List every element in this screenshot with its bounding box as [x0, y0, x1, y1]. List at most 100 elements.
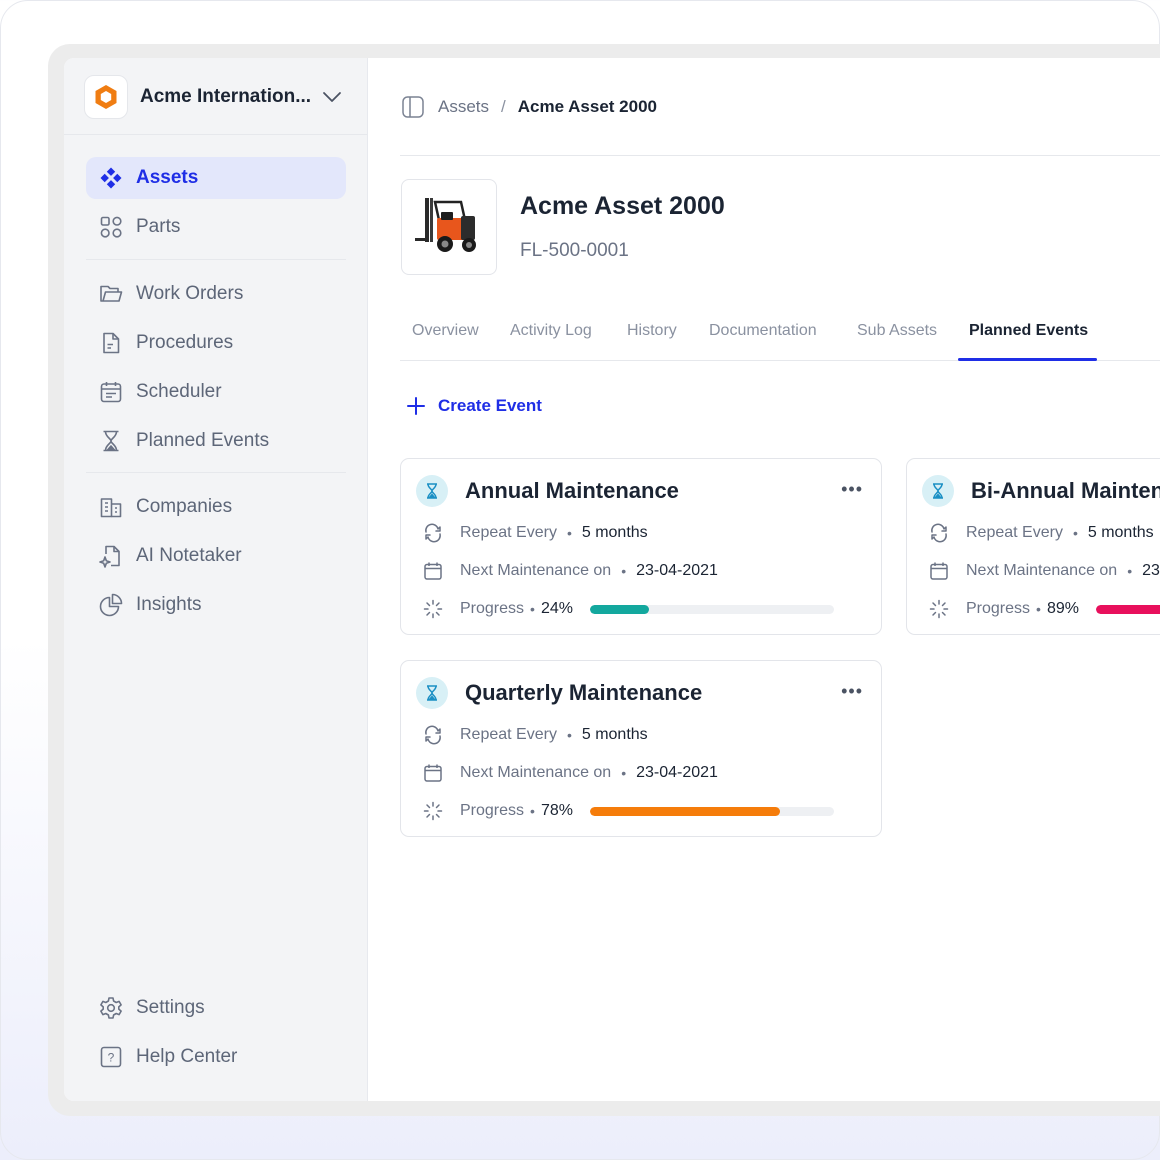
- sidebar-item-parts[interactable]: Parts: [86, 206, 346, 248]
- tab-sub-assets[interactable]: Sub Assets: [857, 322, 937, 340]
- plus-icon: [406, 396, 426, 416]
- next-maintenance-label: Next Maintenance on: [460, 562, 612, 579]
- tab-documentation[interactable]: Documentation: [709, 322, 817, 340]
- sidebar-item-procedures[interactable]: Procedures: [86, 322, 346, 364]
- app-window: Acme Internation... Assets Parts Work Or…: [64, 58, 1160, 1101]
- sidebar-item-companies[interactable]: Companies: [86, 486, 346, 528]
- breadcrumb: Assets / Acme Asset 2000: [402, 96, 657, 118]
- building-icon: [98, 494, 124, 520]
- create-event-button[interactable]: Create Event: [406, 396, 542, 416]
- calendar-icon: [98, 379, 124, 405]
- separator-dot: •: [530, 601, 535, 617]
- header-divider: [400, 155, 1160, 156]
- sidebar-item-label: Planned Events: [136, 430, 270, 451]
- sidebar-item-label: Settings: [136, 997, 205, 1018]
- breadcrumb-link-assets[interactable]: Assets: [438, 97, 489, 117]
- calendar-icon: [929, 561, 949, 581]
- calendar-icon: [423, 763, 443, 783]
- sidebar-item-insights[interactable]: Insights: [86, 584, 346, 626]
- ai-note-icon: [98, 543, 124, 569]
- sidebar-divider: [86, 259, 346, 260]
- separator-dot: •: [1127, 563, 1133, 579]
- svg-text:?: ?: [108, 1051, 115, 1065]
- breadcrumb-current: Acme Asset 2000: [517, 97, 658, 116]
- sidebar-toggle-icon[interactable]: [402, 96, 424, 118]
- progress-bar: [1095, 604, 1160, 614]
- org-switcher[interactable]: Acme Internation...: [84, 74, 346, 120]
- repeat-icon: [423, 725, 443, 745]
- sidebar-item-label: Procedures: [136, 332, 234, 353]
- loader-icon: [423, 599, 443, 619]
- more-options-icon[interactable]: •••: [841, 681, 863, 702]
- hourglass-icon: [922, 475, 954, 507]
- event-title: Bi-Annual Maintenance: [971, 478, 1160, 503]
- gear-icon: [98, 995, 124, 1021]
- tab-overview[interactable]: Overview: [412, 322, 479, 340]
- progress-fill: [589, 604, 649, 614]
- event-title: Quarterly Maintenance: [465, 680, 703, 705]
- sidebar-item-help-center[interactable]: ? Help Center: [86, 1036, 346, 1078]
- sidebar-item-label: Assets: [136, 167, 199, 188]
- sidebar-item-ai-notetaker[interactable]: AI Notetaker: [86, 535, 346, 577]
- next-maintenance-date: 23-04-2021: [1142, 562, 1160, 579]
- next-maintenance-date: 23-04-2021: [636, 562, 718, 579]
- chevron-down-icon[interactable]: [322, 91, 342, 103]
- next-maintenance-label: Next Maintenance on: [460, 764, 612, 781]
- tab-bar: Overview Activity Log History Documentat…: [400, 314, 1160, 361]
- progress-row: Progress • 78%: [423, 801, 834, 821]
- progress-percent: 24%: [540, 600, 573, 617]
- sidebar-item-label: Work Orders: [136, 283, 244, 304]
- next-maintenance-label: Next Maintenance on: [966, 562, 1118, 579]
- progress-percent: 89%: [1046, 600, 1079, 617]
- repeat-row: Repeat Every • 5 months: [423, 523, 648, 543]
- next-maintenance-date: 23-04-2021: [636, 764, 718, 781]
- hourglass-icon: [416, 677, 448, 709]
- separator-dot: •: [530, 803, 535, 819]
- breadcrumb-separator: /: [501, 97, 506, 116]
- repeat-label: Repeat Every: [460, 726, 557, 743]
- event-card-header: Bi-Annual Maintenance: [922, 475, 1160, 507]
- loader-icon: [423, 801, 443, 821]
- event-card-header: Quarterly Maintenance: [416, 677, 702, 709]
- event-card[interactable]: Quarterly Maintenance ••• Repeat Every •…: [400, 660, 882, 837]
- tab-history[interactable]: History: [627, 322, 677, 340]
- sidebar-item-planned-events[interactable]: Planned Events: [86, 420, 346, 462]
- event-title: Annual Maintenance: [465, 478, 679, 503]
- repeat-row: Repeat Every • 5 months: [423, 725, 648, 745]
- event-card[interactable]: Annual Maintenance ••• Repeat Every • 5 …: [400, 458, 882, 635]
- progress-row: Progress • 24%: [423, 599, 834, 619]
- active-tab-indicator: [958, 358, 1097, 361]
- tab-planned-events[interactable]: Planned Events: [969, 322, 1088, 340]
- progress-percent: 78%: [540, 802, 573, 819]
- sidebar: Acme Internation... Assets Parts Work Or…: [64, 58, 368, 1101]
- repeat-icon: [929, 523, 949, 543]
- separator-dot: •: [566, 727, 572, 743]
- forklift-image: [401, 179, 497, 275]
- sidebar-item-settings[interactable]: Settings: [86, 987, 346, 1029]
- separator-dot: •: [621, 765, 627, 781]
- sidebar-item-label: Parts: [136, 216, 181, 237]
- hourglass-icon: [416, 475, 448, 507]
- asset-title: Acme Asset 2000: [520, 192, 725, 220]
- repeat-label: Repeat Every: [460, 524, 557, 541]
- more-options-icon[interactable]: •••: [841, 479, 863, 500]
- sidebar-item-scheduler[interactable]: Scheduler: [86, 371, 346, 413]
- pie-chart-icon: [98, 592, 124, 618]
- repeat-label: Repeat Every: [966, 524, 1063, 541]
- hourglass-icon: [98, 428, 124, 454]
- next-maintenance-row: Next Maintenance on • 23-04-2021: [423, 561, 718, 581]
- repeat-value: 5 months: [581, 726, 648, 743]
- org-name: Acme Internation...: [140, 86, 312, 107]
- sidebar-divider: [64, 134, 367, 135]
- repeat-value: 5 months: [1087, 524, 1154, 541]
- event-card-header: Annual Maintenance: [416, 475, 679, 507]
- event-card[interactable]: Bi-Annual Maintenance Repeat Every • 5 m…: [906, 458, 1160, 635]
- folder-icon: [98, 281, 124, 307]
- next-maintenance-row: Next Maintenance on • 23-04-2021: [929, 561, 1160, 581]
- tab-activity-log[interactable]: Activity Log: [510, 322, 592, 340]
- sidebar-item-label: Scheduler: [136, 381, 222, 402]
- sidebar-item-work-orders[interactable]: Work Orders: [86, 273, 346, 315]
- sidebar-item-assets[interactable]: Assets: [86, 157, 346, 199]
- calendar-icon: [423, 561, 443, 581]
- repeat-row: Repeat Every • 5 months: [929, 523, 1154, 543]
